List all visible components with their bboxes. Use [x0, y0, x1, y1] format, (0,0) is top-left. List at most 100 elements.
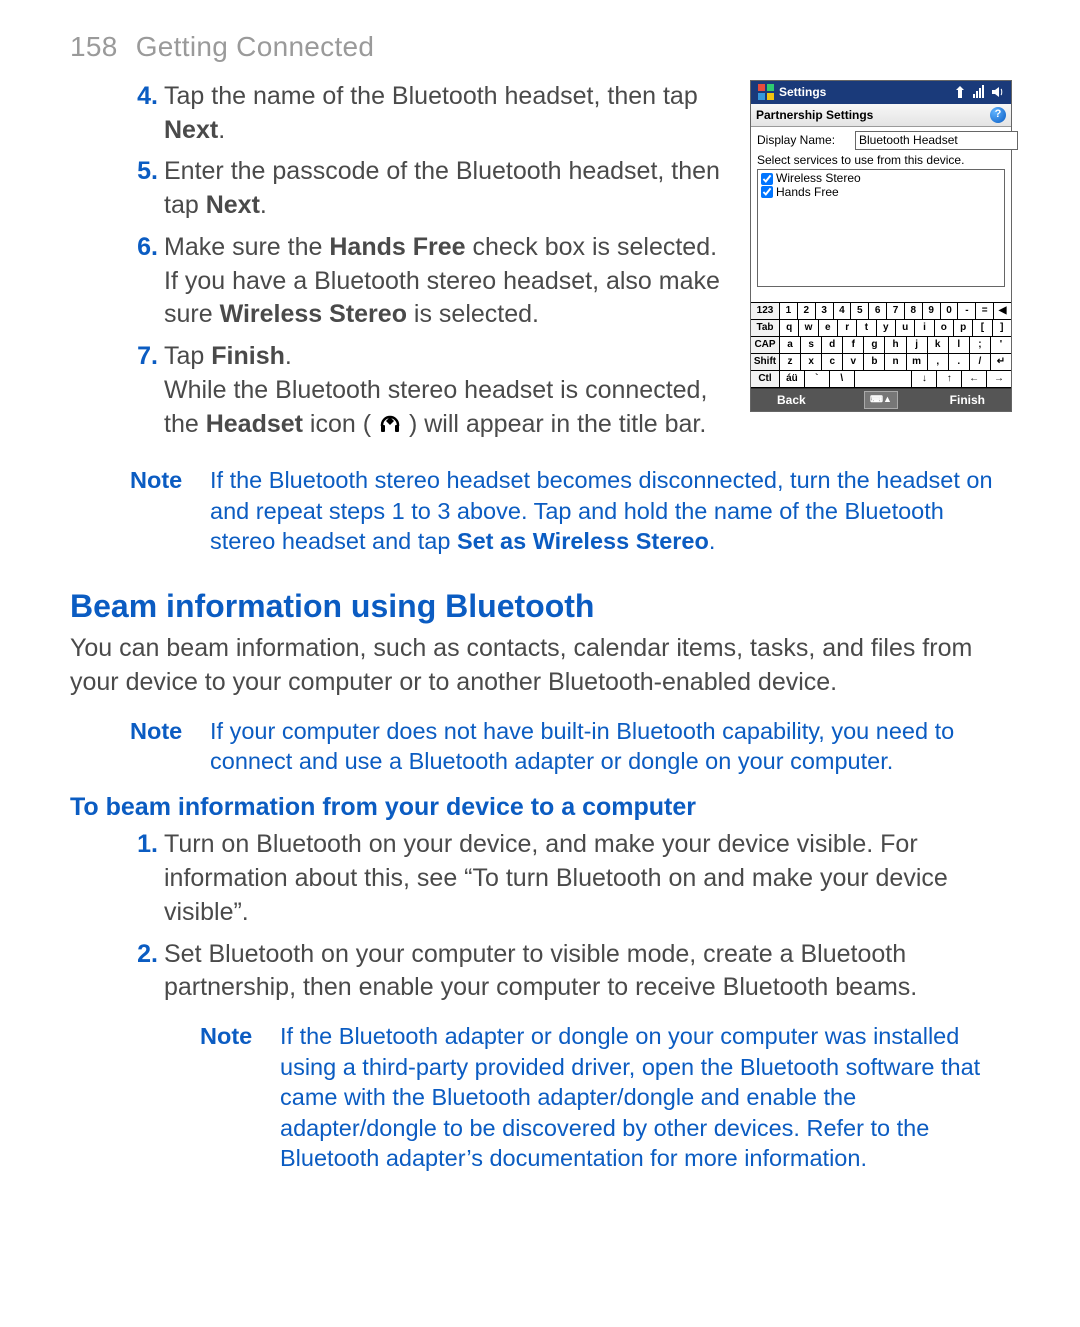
keyboard-key[interactable]: Ctl: [751, 371, 780, 388]
keyboard-key[interactable]: u: [896, 320, 915, 337]
keyboard-key[interactable]: d: [822, 337, 843, 354]
keyboard-key[interactable]: j: [907, 337, 928, 354]
keyboard-key[interactable]: r: [838, 320, 857, 337]
step-number: 4.: [124, 80, 158, 114]
keyboard-key[interactable]: /: [970, 354, 991, 371]
services-list: Wireless StereoHands Free: [757, 169, 1005, 287]
keyboard-key[interactable]: ↵: [991, 354, 1011, 371]
device-subtitle-bar: Partnership Settings ?: [751, 104, 1011, 127]
keyboard-key[interactable]: z: [780, 354, 801, 371]
keyboard-key[interactable]: Shift: [751, 354, 780, 371]
service-checkbox-row[interactable]: Hands Free: [761, 186, 1001, 199]
keyboard-key[interactable]: t: [857, 320, 876, 337]
keyboard-key[interactable]: .: [949, 354, 970, 371]
connection-icon: [953, 85, 967, 99]
keyboard-key[interactable]: Tab: [751, 320, 780, 337]
keyboard-key[interactable]: b: [864, 354, 885, 371]
keyboard-key[interactable]: =: [976, 303, 994, 320]
keyboard-key[interactable]: a: [780, 337, 801, 354]
keyboard-key[interactable]: \: [830, 371, 855, 388]
keyboard-key[interactable]: e: [819, 320, 838, 337]
keyboard-key[interactable]: w: [799, 320, 818, 337]
keyboard-key[interactable]: f: [843, 337, 864, 354]
note-label: Note: [130, 716, 210, 747]
keyboard-key[interactable]: →: [987, 371, 1011, 388]
keyboard-key[interactable]: 4: [834, 303, 852, 320]
keyboard-key[interactable]: -: [958, 303, 976, 320]
keyboard-key[interactable]: ↓: [912, 371, 937, 388]
keyboard-key[interactable]: 8: [905, 303, 923, 320]
note-text: If the Bluetooth adapter or dongle on yo…: [280, 1021, 1010, 1174]
step-item: 6.Make sure the Hands Free check box is …: [124, 231, 724, 332]
keyboard-key[interactable]: ]: [993, 320, 1011, 337]
keyboard-key[interactable]: 3: [816, 303, 834, 320]
speaker-icon: [991, 85, 1005, 99]
keyboard-key[interactable]: g: [864, 337, 885, 354]
service-checkbox[interactable]: [761, 173, 773, 185]
keyboard-key[interactable]: s: [801, 337, 822, 354]
keyboard-key[interactable]: ◀: [994, 303, 1011, 320]
keyboard-key[interactable]: 0: [941, 303, 959, 320]
note-bt-adapter: Note If your computer does not have buil…: [130, 716, 1010, 777]
keyboard-key[interactable]: [855, 371, 913, 388]
step-list-headset: 4.Tap the name of the Bluetooth headset,…: [70, 80, 724, 442]
step-number: 6.: [124, 231, 158, 265]
note-label: Note: [130, 465, 210, 496]
keyboard-key[interactable]: ↑: [937, 371, 962, 388]
display-name-label: Display Name:: [757, 134, 847, 147]
keyboard-key[interactable]: 9: [923, 303, 941, 320]
help-icon[interactable]: ?: [990, 107, 1006, 123]
keyboard-key[interactable]: q: [780, 320, 799, 337]
keyboard-key[interactable]: [: [973, 320, 992, 337]
windows-start-icon[interactable]: [757, 83, 775, 101]
keyboard-key[interactable]: 7: [887, 303, 905, 320]
signal-icon: [972, 85, 986, 99]
keyboard-key[interactable]: ←: [962, 371, 987, 388]
keyboard-key[interactable]: 123: [751, 303, 780, 320]
keyboard-key[interactable]: k: [928, 337, 949, 354]
display-name-input[interactable]: [855, 131, 1018, 150]
soft-keyboard[interactable]: 1231234567890-=◀Tabqwertyuiop[]CAPasdfgh…: [751, 302, 1011, 388]
keyboard-key[interactable]: o: [935, 320, 954, 337]
step-item: 4.Tap the name of the Bluetooth headset,…: [124, 80, 724, 148]
keyboard-key[interactable]: 2: [798, 303, 816, 320]
keyboard-key[interactable]: h: [885, 337, 906, 354]
note-stereo-disconnect: Note If the Bluetooth stereo headset bec…: [130, 465, 1010, 557]
keyboard-key[interactable]: m: [907, 354, 928, 371]
keyboard-key[interactable]: áü: [780, 371, 805, 388]
services-hint: Select services to use from this device.: [757, 154, 1005, 167]
softkey-finish[interactable]: Finish: [950, 394, 985, 407]
softkey-back[interactable]: Back: [777, 394, 806, 407]
service-checkbox-row[interactable]: Wireless Stereo: [761, 172, 1001, 185]
device-titlebar-text: Settings: [779, 86, 826, 99]
step-body: Tap the name of the Bluetooth headset, t…: [164, 80, 724, 148]
keyboard-key[interactable]: v: [843, 354, 864, 371]
step-item: 5.Enter the passcode of the Bluetooth he…: [124, 155, 724, 223]
service-name: Hands Free: [776, 186, 839, 199]
keyboard-key[interactable]: c: [822, 354, 843, 371]
beam-intro-paragraph: You can beam information, such as contac…: [70, 632, 1010, 700]
keyboard-key[interactable]: n: [885, 354, 906, 371]
keyboard-key[interactable]: CAP: [751, 337, 780, 354]
page-header: 158 Getting Connected: [70, 28, 1010, 66]
keyboard-key[interactable]: ,: [928, 354, 949, 371]
keyboard-key[interactable]: i: [915, 320, 934, 337]
keyboard-key[interactable]: 5: [851, 303, 869, 320]
keyboard-key[interactable]: ;: [970, 337, 991, 354]
keyboard-key[interactable]: 1: [780, 303, 798, 320]
keyboard-key[interactable]: `: [805, 371, 830, 388]
keyboard-key[interactable]: x: [801, 354, 822, 371]
keyboard-key[interactable]: ': [991, 337, 1011, 354]
device-subtitle-text: Partnership Settings: [756, 109, 873, 122]
step-item: 2.Set Bluetooth on your computer to visi…: [124, 938, 1010, 1006]
service-checkbox[interactable]: [761, 186, 773, 198]
note-label: Note: [200, 1021, 280, 1052]
sip-toggle-button[interactable]: ⌨▲: [864, 391, 898, 409]
keyboard-key[interactable]: 6: [869, 303, 887, 320]
note-adapter-driver: Note If the Bluetooth adapter or dongle …: [200, 1021, 1010, 1174]
keyboard-key[interactable]: l: [949, 337, 970, 354]
heading-beam: Beam information using Bluetooth: [70, 585, 1010, 628]
keyboard-key[interactable]: y: [877, 320, 896, 337]
keyboard-key[interactable]: p: [954, 320, 973, 337]
note-text: If the Bluetooth stereo headset becomes …: [210, 465, 1010, 557]
